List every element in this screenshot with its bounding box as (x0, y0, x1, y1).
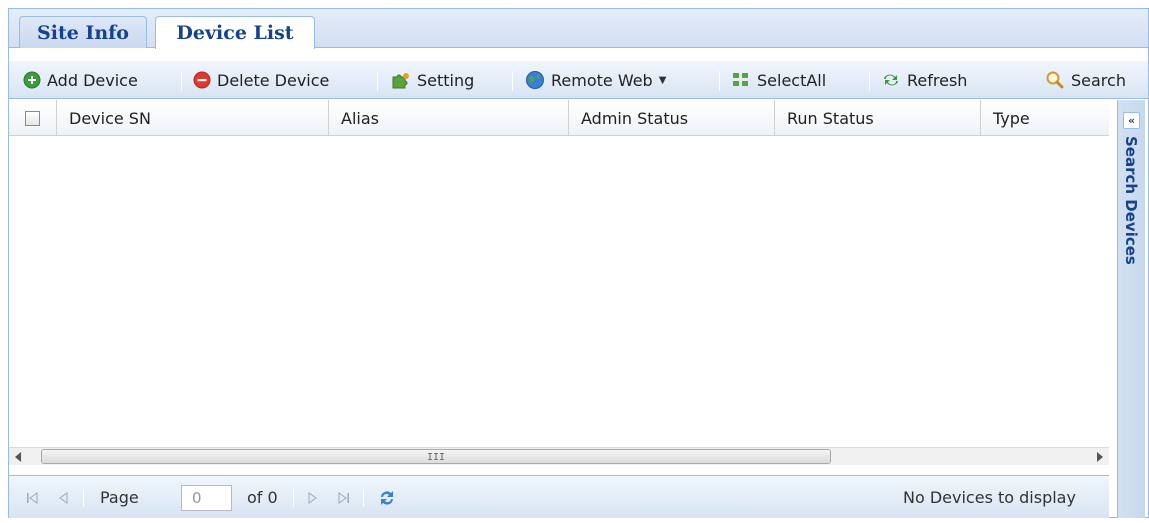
scroll-left-icon[interactable] (15, 452, 21, 462)
setting-label: Setting (417, 70, 475, 90)
tab-device-list[interactable]: Device List (155, 16, 315, 49)
expand-panel-icon[interactable]: « (1123, 112, 1140, 129)
search-devices-title[interactable]: Search Devices (1122, 136, 1140, 265)
pager-separator (293, 489, 294, 507)
first-page-button[interactable] (25, 476, 39, 519)
next-page-icon (308, 491, 317, 504)
search-devices-panel[interactable]: « Search Devices (1117, 100, 1145, 518)
next-page-button[interactable] (307, 476, 319, 519)
scrollbar-thumb[interactable]: III (41, 449, 831, 464)
remote-web-button[interactable]: Remote Web ▼ (525, 61, 666, 99)
select-all-button[interactable]: SelectAll (731, 61, 826, 99)
globe-icon (526, 71, 544, 89)
pager-separator (83, 489, 84, 507)
search-icon (1046, 71, 1064, 89)
column-admin-status[interactable]: Admin Status (569, 100, 775, 136)
device-panel: Site Info Device List Add Device Delete … (8, 8, 1149, 518)
toolbar-separator (512, 71, 513, 91)
tab-strip: Site Info Device List (9, 9, 1148, 49)
page-label: Page (100, 488, 139, 507)
select-all-checkbox[interactable] (25, 110, 40, 126)
scrollbar-grip: III (427, 452, 446, 463)
search-button[interactable]: Search (1045, 61, 1126, 99)
select-all-checkbox-column[interactable] (9, 100, 57, 136)
chevron-down-icon: ▼ (658, 74, 667, 86)
add-device-button[interactable]: Add Device (23, 61, 138, 99)
column-alias[interactable]: Alias (329, 100, 569, 136)
last-page-icon (338, 491, 349, 504)
refresh-icon (884, 74, 898, 86)
toolbar: Add Device Delete Device Setting Remote … (9, 61, 1148, 99)
prev-page-icon (59, 491, 68, 504)
pager-refresh-button[interactable] (377, 476, 397, 519)
display-status: No Devices to display (903, 488, 1076, 507)
toolbar-separator (719, 71, 720, 91)
grid-body (9, 136, 1109, 447)
last-page-button[interactable] (337, 476, 351, 519)
column-device-sn[interactable]: Device SN (57, 100, 329, 136)
select-all-label: SelectAll (757, 70, 827, 90)
puzzle-icon (392, 73, 409, 89)
search-label: Search (1071, 70, 1126, 90)
page-count-label: of 0 (247, 488, 278, 507)
column-run-status[interactable]: Run Status (775, 100, 981, 136)
tab-site-info[interactable]: Site Info (19, 16, 147, 48)
refresh-button[interactable]: Refresh (881, 61, 967, 99)
add-device-label: Add Device (47, 70, 138, 90)
toolbar-separator (181, 71, 182, 91)
select-all-icon (733, 73, 748, 86)
setting-button[interactable]: Setting (391, 61, 474, 99)
toolbar-separator (377, 71, 378, 91)
delete-device-label: Delete Device (217, 70, 330, 90)
scroll-right-icon[interactable] (1097, 452, 1103, 462)
pager-refresh-icon (381, 490, 393, 505)
paging-toolbar: Page of 0 No Devices to display (9, 475, 1109, 518)
prev-page-button[interactable] (57, 476, 69, 519)
delete-device-button[interactable]: Delete Device (193, 61, 329, 99)
delete-icon (193, 71, 211, 89)
toolbar-separator (869, 71, 870, 91)
pager-separator (363, 489, 364, 507)
remote-web-label: Remote Web (551, 70, 653, 90)
column-type[interactable]: Type (981, 100, 1109, 136)
first-page-icon (27, 491, 38, 504)
grid-header: Device SN Alias Admin Status Run Status … (9, 100, 1109, 136)
refresh-label: Refresh (907, 70, 968, 90)
horizontal-scrollbar[interactable]: III (9, 447, 1109, 465)
page-number-input[interactable] (181, 485, 232, 511)
add-icon (23, 71, 41, 89)
device-grid: Device SN Alias Admin Status Run Status … (9, 100, 1109, 483)
